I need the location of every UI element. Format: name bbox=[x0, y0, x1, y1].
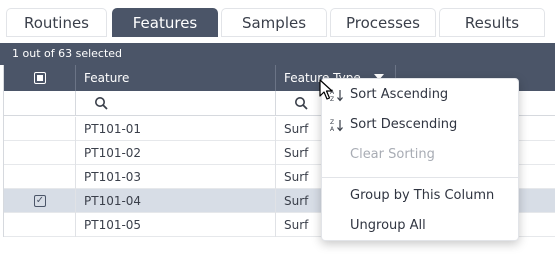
menu-item-label: Sort Descending bbox=[350, 117, 458, 132]
tab-processes[interactable]: Processes bbox=[330, 8, 436, 37]
feature-cell[interactable]: PT101-04 bbox=[76, 189, 276, 213]
filter-cell-check bbox=[4, 91, 76, 116]
select-all-cell[interactable] bbox=[4, 65, 76, 91]
column-context-menu: A Z Sort Ascending Z A Sort Descending C… bbox=[321, 78, 520, 241]
svg-text:A: A bbox=[330, 126, 335, 132]
menu-item-sort-ascending[interactable]: A Z Sort Ascending bbox=[322, 81, 520, 109]
tab-bar: Routines Features Samples Processes Resu… bbox=[0, 0, 555, 40]
sort-descending-icon: Z A bbox=[330, 119, 343, 132]
menu-separator bbox=[322, 177, 520, 178]
search-icon[interactable] bbox=[94, 96, 108, 110]
column-header-feature[interactable]: Feature bbox=[76, 65, 276, 91]
tab-routines[interactable]: Routines bbox=[6, 8, 107, 37]
menu-item-sort-descending[interactable]: Z A Sort Descending bbox=[322, 111, 520, 139]
menu-item-ungroup-all[interactable]: Ungroup All bbox=[322, 212, 520, 240]
tab-results[interactable]: Results bbox=[439, 8, 545, 37]
svg-text:Z: Z bbox=[330, 119, 334, 126]
search-icon[interactable] bbox=[294, 96, 308, 110]
mouse-cursor-icon bbox=[319, 79, 333, 100]
row-select-cell[interactable] bbox=[4, 165, 76, 189]
tab-features[interactable]: Features bbox=[112, 8, 218, 37]
feature-cell[interactable]: PT101-02 bbox=[76, 141, 276, 165]
menu-item-group-by-column[interactable]: Group by This Column bbox=[322, 182, 520, 210]
feature-cell[interactable]: PT101-05 bbox=[76, 213, 276, 237]
row-select-cell[interactable] bbox=[4, 117, 76, 141]
feature-cell[interactable]: PT101-01 bbox=[76, 117, 276, 141]
filter-cell-feature[interactable] bbox=[76, 91, 276, 116]
feature-cell[interactable]: PT101-03 bbox=[76, 165, 276, 189]
row-select-cell[interactable] bbox=[4, 141, 76, 165]
tab-samples[interactable]: Samples bbox=[221, 8, 327, 37]
row-select-cell[interactable] bbox=[4, 213, 76, 237]
select-all-checkbox[interactable] bbox=[34, 72, 46, 84]
menu-item-label: Sort Ascending bbox=[350, 87, 449, 102]
row-select-cell[interactable]: ✓ bbox=[4, 189, 76, 213]
selection-status: 1 out of 63 selected bbox=[0, 43, 555, 65]
row-checkbox[interactable]: ✓ bbox=[34, 195, 46, 207]
menu-item-clear-sorting: Clear Sorting bbox=[350, 147, 435, 162]
